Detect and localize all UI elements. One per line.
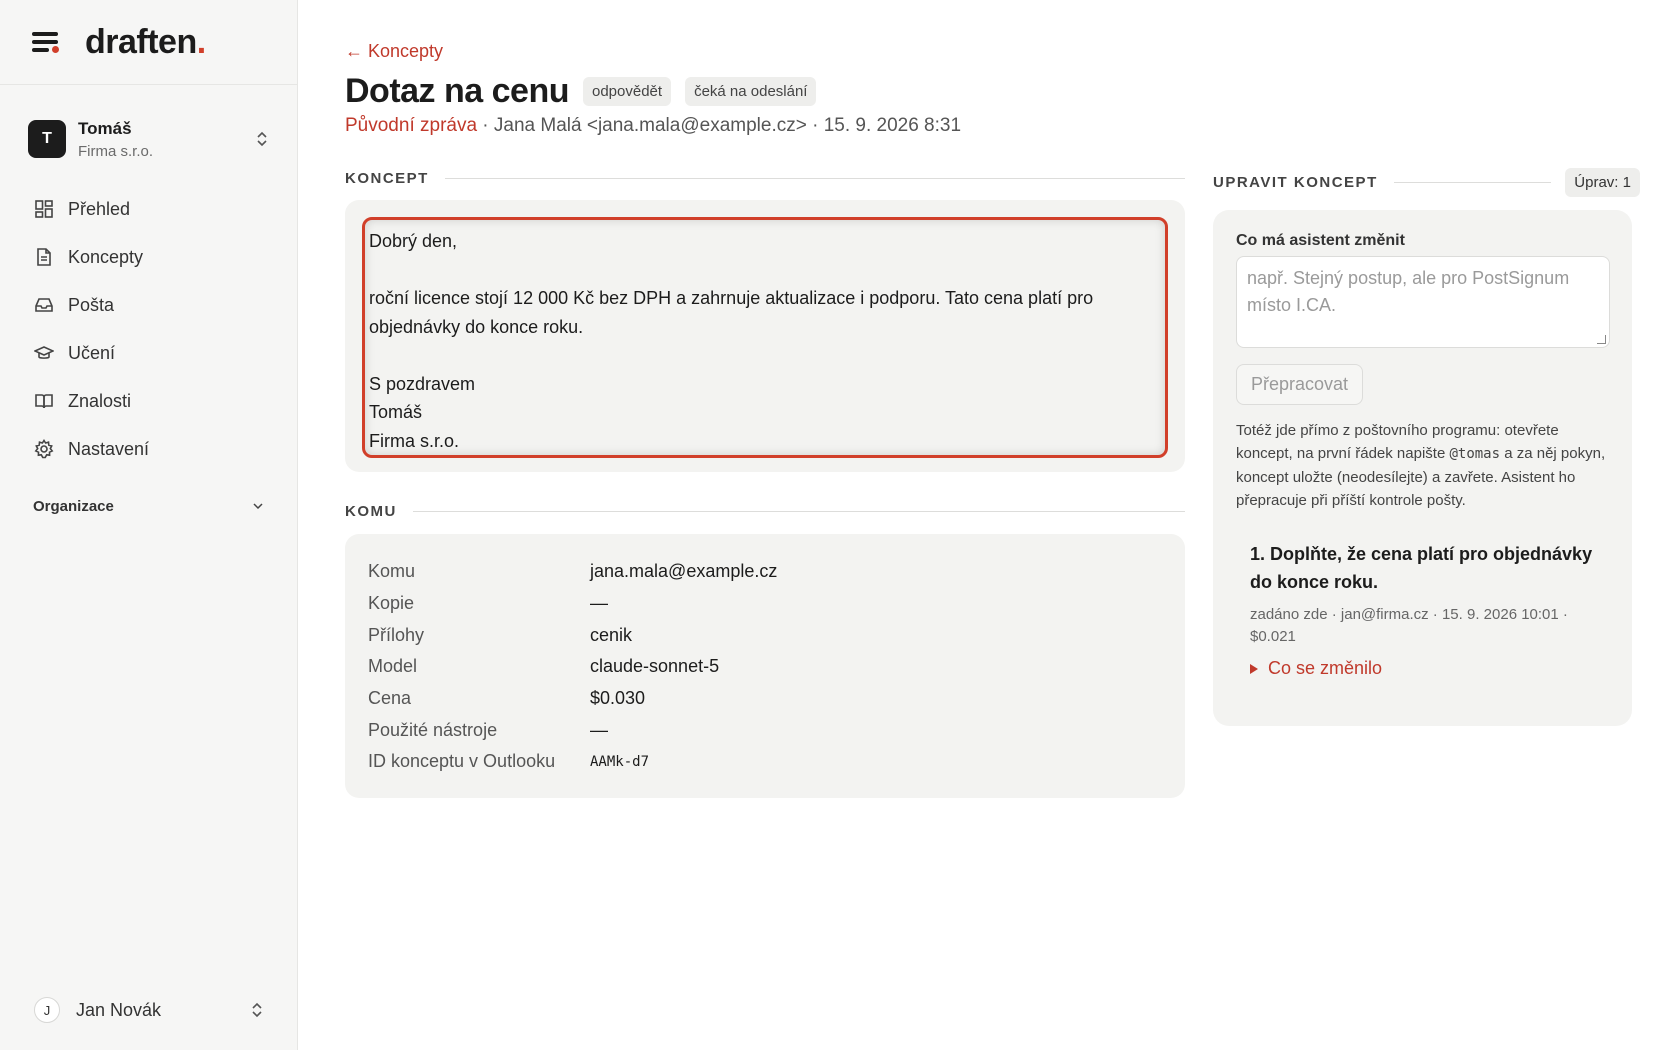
menu-icon[interactable]: [32, 31, 59, 53]
detail-value: —: [590, 719, 608, 740]
inbox-icon: [35, 298, 53, 312]
book-icon: [35, 394, 53, 409]
edit-field-label: Co má asistent změnit: [1236, 232, 1405, 249]
detail-row-outlook-id: ID konceptu v Outlooku AAMk-d7: [368, 746, 1162, 778]
detail-key: Přílohy: [368, 624, 425, 645]
detail-value: claude-sonnet-5: [590, 656, 720, 677]
edit-instruction: 1. Doplňte, že cena platí pro objednávky…: [1250, 544, 1593, 592]
account-switcher[interactable]: T Tomáš Firma s.r.o.: [0, 117, 297, 161]
sidebar-item-label: Přehled: [68, 198, 131, 219]
resize-handle[interactable]: [1597, 335, 1606, 344]
rework-button[interactable]: Přepracovat: [1236, 364, 1364, 405]
detail-key: Použité nástroje: [368, 719, 498, 740]
detail-row-cena: Cena $0.030: [368, 683, 1162, 715]
sidebar-item-label: Nastavení: [68, 438, 150, 459]
edit-instruction-input[interactable]: např. Stejný postup, ale pro PostSignum …: [1236, 256, 1610, 348]
sidebar-item-koncepty[interactable]: Koncepty: [0, 233, 297, 281]
what-changed-label: Co se změnilo: [1268, 658, 1383, 678]
edit-history-item: 1. Doplňte, že cena platí pro objednávky…: [1236, 540, 1609, 679]
sidebar-nav: Přehled Koncepty Pošta Učení Znalosti Na…: [0, 185, 297, 473]
account-name: Tomáš: [78, 118, 132, 138]
chevron-up-down-icon: [257, 131, 267, 147]
detail-key: Cena: [368, 688, 412, 709]
sidebar-item-nastaveni[interactable]: Nastavení: [0, 425, 297, 473]
grid-icon: [35, 200, 53, 218]
gear-icon: [34, 439, 54, 459]
edit-meta: zadáno zde · jan@firma.cz · 15. 9. 2026 …: [1250, 606, 1568, 645]
sidebar-item-label: Koncepty: [68, 246, 144, 267]
detail-row-nastroje: Použité nástroje —: [368, 714, 1162, 746]
sidebar-item-label: Učení: [68, 342, 116, 363]
back-to-koncepty-link[interactable]: ← Koncepty: [345, 41, 443, 62]
edit-section-label: UPRAVIT KONCEPT: [1213, 174, 1378, 191]
detail-value: $0.030: [590, 688, 646, 709]
mention-code: @tomas: [1449, 446, 1501, 462]
komu-section-label: KOMU: [345, 503, 397, 520]
detail-key: Komu: [368, 561, 416, 582]
detail-row-kopie: Kopie —: [368, 588, 1162, 620]
status-badge-reply: odpovědět: [582, 77, 672, 106]
detail-key: Model: [368, 656, 418, 677]
graduation-cap-icon: [34, 346, 54, 359]
page-title: Dotaz na cenu: [345, 72, 569, 110]
disclosure-triangle-icon: [1250, 663, 1258, 674]
detail-value: AAMk-d7: [590, 753, 650, 770]
sidebar-item-label: Znalosti: [68, 390, 132, 411]
detail-row-model: Model claude-sonnet-5: [368, 651, 1162, 683]
concept-section-heading: KONCEPT: [345, 170, 1185, 187]
account-avatar: T: [28, 120, 66, 158]
concept-card: Dobrý den, roční licence stojí 12 000 Kč…: [345, 200, 1185, 472]
concept-body[interactable]: Dobrý den, roční licence stojí 12 000 Kč…: [362, 217, 1168, 458]
brand-bar: draften.: [0, 0, 297, 85]
organization-section-label: Organizace: [33, 497, 114, 515]
detail-row-prilohy: Přílohy cenik: [368, 619, 1162, 651]
detail-value: cenik: [590, 624, 633, 645]
sidebar-item-znalosti[interactable]: Znalosti: [0, 377, 297, 425]
title-row: Dotaz na cenu odpovědět čeká na odeslání: [345, 72, 817, 111]
what-changed-toggle[interactable]: Co se změnilo: [1250, 658, 1609, 679]
edit-help-text: Totéž jde přímo z poštovního programu: o…: [1236, 422, 1606, 509]
message-meta-details: · Jana Malá <jana.mala@example.cz> · 15.…: [477, 115, 962, 136]
sidebar-item-posta[interactable]: Pošta: [0, 281, 297, 329]
detail-row-komu: Komu jana.mala@example.cz: [368, 556, 1162, 588]
komu-section-heading: KOMU: [345, 503, 1185, 520]
edit-section-heading: UPRAVIT KONCEPT Úprav: 1: [1213, 168, 1640, 197]
sidebar: draften. T Tomáš Firma s.r.o. Přehled Ko…: [0, 0, 298, 1050]
user-avatar: J: [34, 997, 60, 1023]
user-menu[interactable]: J Jan Novák: [0, 988, 298, 1032]
edit-panel: Co má asistent změnit např. Stejný postu…: [1213, 210, 1632, 726]
sidebar-item-prehled[interactable]: Přehled: [0, 185, 297, 233]
detail-value: jana.mala@example.cz: [590, 561, 778, 582]
chevron-up-down-icon: [252, 1002, 262, 1018]
detail-value: —: [590, 593, 608, 614]
sidebar-item-label: Pošta: [68, 294, 115, 315]
chevron-down-icon: [253, 503, 263, 510]
organization-section-toggle[interactable]: Organizace: [0, 491, 297, 521]
original-message-link[interactable]: Původní zpráva: [345, 115, 477, 136]
komu-card: Komu jana.mala@example.cz Kopie — Přílohy c…: [345, 534, 1185, 798]
status-badge-pending: čeká na odeslání: [685, 77, 817, 106]
detail-key: Kopie: [368, 593, 415, 614]
account-org: Firma s.r.o.: [78, 142, 154, 160]
brand-logo[interactable]: draften.: [85, 23, 206, 62]
detail-key: ID konceptu v Outlooku: [368, 751, 556, 772]
edit-count-badge: Úprav: 1: [1565, 168, 1640, 197]
user-name: Jan Novák: [76, 999, 162, 1020]
message-meta: Původní zpráva · Jana Malá <jana.mala@ex…: [345, 115, 961, 137]
sidebar-item-uceni[interactable]: Učení: [0, 329, 297, 377]
document-icon: [37, 248, 51, 266]
concept-section-label: KONCEPT: [345, 170, 429, 187]
